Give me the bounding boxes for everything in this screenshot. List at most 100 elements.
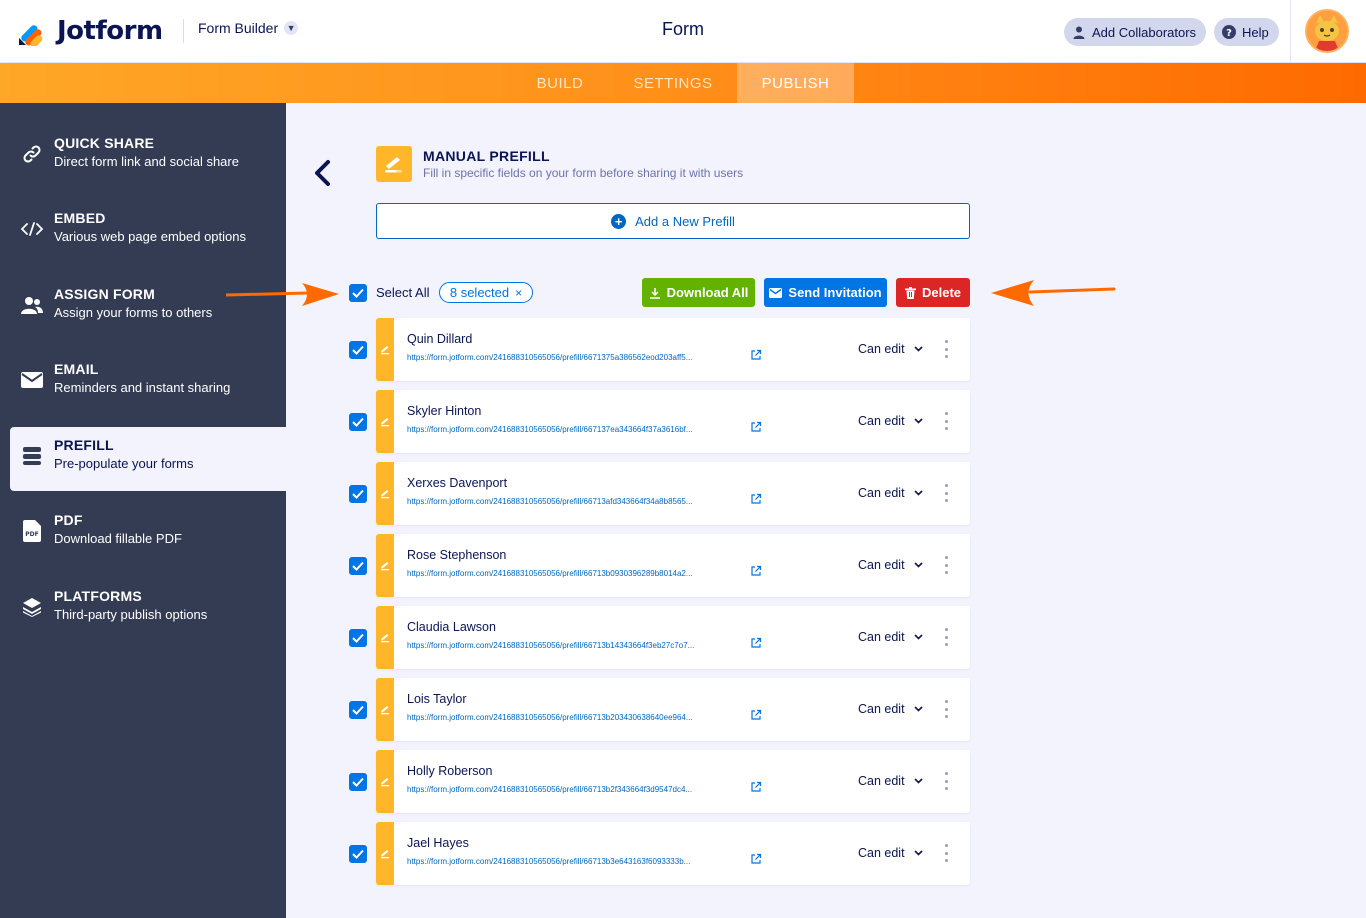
more-options-icon[interactable] (942, 844, 950, 862)
external-link-icon[interactable] (750, 853, 762, 865)
prefill-row[interactable]: Lois Taylor https://form.jotform.com/2416… (376, 678, 970, 741)
add-collaborators-button[interactable]: Add Collaborators (1064, 18, 1207, 46)
permission-dropdown[interactable]: Can edit (858, 558, 923, 572)
arrow-right-annotation-icon (226, 283, 339, 306)
row-checkbox[interactable] (349, 485, 367, 503)
row-checkbox[interactable] (349, 413, 367, 431)
pencil-icon (381, 849, 389, 858)
row-checkbox[interactable] (349, 629, 367, 647)
trash-icon (904, 286, 916, 299)
prefill-url-link[interactable]: https://form.jotform.com/241688310565056… (407, 425, 749, 434)
prefill-row[interactable]: Skyler Hinton https://form.jotform.com/24… (376, 390, 970, 453)
pencil-icon (381, 345, 389, 354)
send-invitation-button[interactable]: Send Invitation (764, 278, 887, 307)
jotform-logo[interactable]: Jotform (17, 15, 163, 47)
external-link-icon[interactable] (750, 421, 762, 433)
external-link-icon[interactable] (750, 709, 762, 721)
more-options-icon[interactable] (942, 772, 950, 790)
prefill-url-link[interactable]: https://form.jotform.com/241688310565056… (407, 641, 749, 650)
select-all-label[interactable]: Select All (376, 285, 429, 300)
delete-button[interactable]: Delete (896, 278, 970, 307)
row-checkbox[interactable] (349, 845, 367, 863)
add-new-prefill-button[interactable]: + Add a New Prefill (376, 203, 970, 239)
prefill-row[interactable]: Claudia Lawson https://form.jotform.com/2… (376, 606, 970, 669)
prefill-icon (21, 445, 43, 467)
external-link-icon[interactable] (750, 349, 762, 361)
prefill-url-link[interactable]: https://form.jotform.com/241688310565056… (407, 713, 749, 722)
help-button[interactable]: ? Help (1214, 18, 1279, 46)
tab-settings[interactable]: SETTINGS (616, 63, 730, 103)
more-options-icon[interactable] (942, 628, 950, 646)
external-link-icon[interactable] (750, 493, 762, 505)
prefill-row[interactable]: Jael Hayes https://form.jotform.com/24168… (376, 822, 970, 885)
prefill-row-marker (376, 534, 394, 597)
permission-dropdown[interactable]: Can edit (858, 630, 923, 644)
pencil-icon (381, 489, 389, 498)
sidebar-item-pdf[interactable]: PDF PDF Download fillable PDF (0, 502, 286, 566)
sidebar-item-subtitle: Download fillable PDF (54, 531, 182, 546)
sidebar-item-prefill[interactable]: PREFILL Pre-populate your forms (10, 427, 286, 491)
more-options-icon[interactable] (942, 700, 950, 718)
external-link-icon[interactable] (750, 565, 762, 577)
permission-label: Can edit (858, 630, 905, 644)
more-options-icon[interactable] (942, 412, 950, 430)
external-link-icon[interactable] (750, 637, 762, 649)
more-options-icon[interactable] (942, 556, 950, 574)
tab-publish[interactable]: PUBLISH (737, 63, 854, 103)
sidebar-item-subtitle: Direct form link and social share (54, 154, 239, 169)
form-builder-dropdown[interactable]: Form Builder ▼ (198, 20, 299, 36)
form-title[interactable]: Form (662, 19, 704, 39)
selected-count-pill: 8 selected × (439, 282, 533, 303)
prefill-url-link[interactable]: https://form.jotform.com/241688310565056… (407, 569, 749, 578)
permission-label: Can edit (858, 486, 905, 500)
permission-dropdown[interactable]: Can edit (858, 342, 923, 356)
more-options-icon[interactable] (942, 484, 950, 502)
prefill-url-link[interactable]: https://form.jotform.com/241688310565056… (407, 857, 749, 866)
prefill-row[interactable]: Xerxes Davenport https://form.jotform.com… (376, 462, 970, 525)
chevron-down-icon (913, 560, 923, 571)
permission-dropdown[interactable]: Can edit (858, 486, 923, 500)
jotform-logo-icon (19, 25, 43, 46)
top-header: Jotform Form Builder ▼ Form Add Collabor… (0, 0, 1366, 63)
user-icon (1072, 25, 1086, 39)
select-all-checkbox[interactable] (349, 284, 367, 302)
prefill-row[interactable]: Quin Dillard https://form.jotform.com/241… (376, 318, 970, 381)
external-link-icon[interactable] (750, 781, 762, 793)
more-options-icon[interactable] (942, 340, 950, 358)
tab-build[interactable]: BUILD (512, 63, 608, 103)
row-checkbox[interactable] (349, 701, 367, 719)
permission-dropdown[interactable]: Can edit (858, 702, 923, 716)
permission-dropdown[interactable]: Can edit (858, 774, 923, 788)
users-icon (21, 294, 43, 316)
chevron-down-icon (913, 776, 923, 787)
prefill-url-link[interactable]: https://form.jotform.com/241688310565056… (407, 353, 749, 362)
row-checkbox[interactable] (349, 341, 367, 359)
avatar[interactable] (1305, 9, 1349, 53)
question-icon: ? (1222, 25, 1236, 39)
permission-dropdown[interactable]: Can edit (858, 414, 923, 428)
sidebar-item-email[interactable]: EMAIL Reminders and instant sharing (0, 351, 286, 415)
prefill-name: Jael Hayes (407, 836, 469, 850)
layers-icon (21, 596, 43, 618)
check-icon (352, 417, 364, 427)
prefill-url-link[interactable]: https://form.jotform.com/241688310565056… (407, 785, 749, 794)
download-all-button[interactable]: Download All (642, 278, 755, 307)
prefill-row[interactable]: Holly Roberson https://form.jotform.com/2… (376, 750, 970, 813)
permission-dropdown[interactable]: Can edit (858, 846, 923, 860)
prefill-url-link[interactable]: https://form.jotform.com/241688310565056… (407, 497, 749, 506)
back-button[interactable] (307, 155, 337, 191)
clear-selection-icon[interactable]: × (515, 286, 522, 300)
code-icon (21, 218, 43, 240)
chevron-down-icon (913, 632, 923, 643)
row-checkbox[interactable] (349, 773, 367, 791)
sidebar-item-quick-share[interactable]: QUICK SHARE Direct form link and social … (0, 125, 286, 189)
prefill-row[interactable]: Rose Stephenson https://form.jotform.com/… (376, 534, 970, 597)
sidebar-item-platforms[interactable]: PLATFORMS Third-party publish options (0, 578, 286, 642)
row-checkbox[interactable] (349, 557, 367, 575)
link-icon (21, 143, 43, 165)
check-icon (352, 561, 364, 571)
sidebar-item-title: PDF (54, 512, 83, 528)
chevron-down-icon (913, 344, 923, 355)
sidebar-item-embed[interactable]: EMBED Various web page embed options (0, 200, 286, 264)
sidebar-item-title: EMBED (54, 210, 106, 226)
